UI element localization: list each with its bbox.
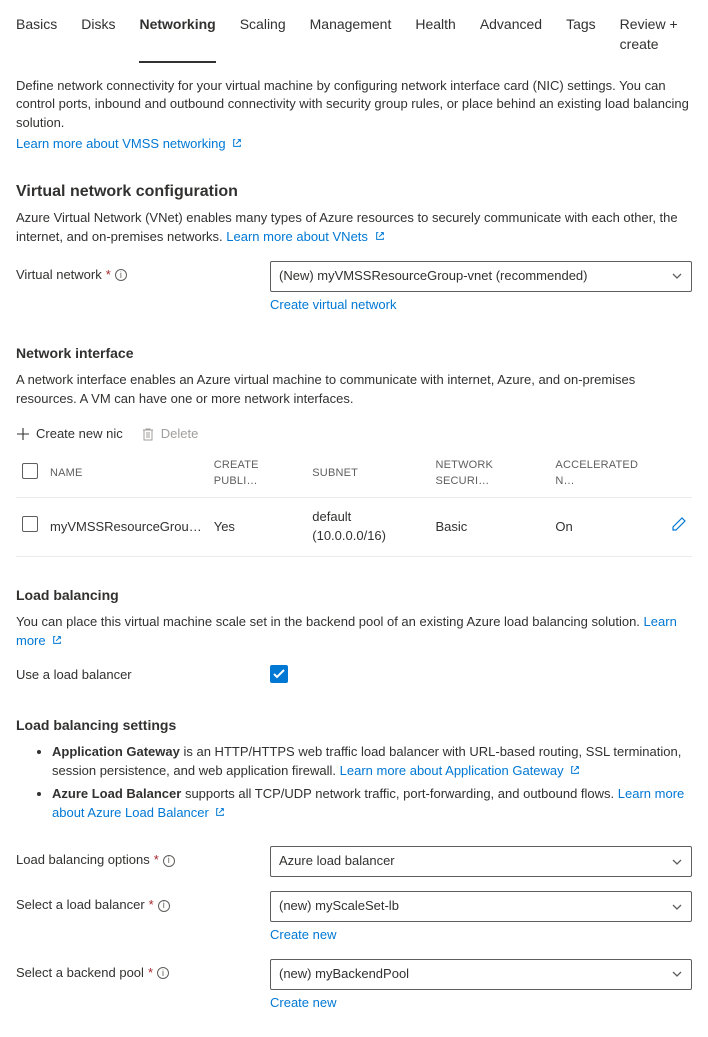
external-link-icon	[570, 765, 580, 775]
trash-icon	[141, 427, 155, 441]
required-indicator: *	[149, 896, 154, 915]
check-icon	[273, 669, 285, 679]
nic-desc: A network interface enables an Azure vir…	[16, 371, 692, 409]
vnet-label: Virtual network * i	[16, 261, 270, 285]
row-checkbox[interactable]	[22, 516, 38, 532]
tab-health[interactable]: Health	[415, 8, 455, 63]
select-bp-label: Select a backend pool * i	[16, 959, 270, 983]
use-lb-checkbox[interactable]	[270, 665, 288, 683]
vnet-select[interactable]: (New) myVMSSResourceGroup-vnet (recommen…	[270, 261, 692, 292]
appgw-learn-more-link[interactable]: Learn more about Application Gateway	[340, 763, 581, 778]
tab-review-create[interactable]: Review + create	[620, 8, 692, 63]
intro-link[interactable]: Learn more about VMSS networking	[16, 136, 242, 151]
external-link-icon	[215, 807, 225, 817]
select-bp-select[interactable]: (new) myBackendPool	[270, 959, 692, 990]
cell-name: myVMSSResourceGrou…	[44, 498, 208, 557]
tabs-bar: Basics Disks Networking Scaling Manageme…	[16, 8, 692, 63]
lb-section-title: Load balancing	[16, 585, 692, 605]
external-link-icon	[375, 231, 385, 241]
tab-disks[interactable]: Disks	[81, 8, 115, 63]
select-all-checkbox[interactable]	[22, 463, 38, 479]
required-indicator: *	[106, 266, 111, 285]
cell-subnet: default (10.0.0.0/16)	[306, 498, 429, 557]
required-indicator: *	[148, 964, 153, 983]
tab-basics[interactable]: Basics	[16, 8, 57, 63]
lb-desc: You can place this virtual machine scale…	[16, 613, 692, 651]
nic-table: NAME CREATE PUBLI… SUBNET NETWORK SECURI…	[16, 451, 692, 557]
cell-create-pub: Yes	[208, 498, 307, 557]
create-bp-link[interactable]: Create new	[270, 994, 336, 1013]
tab-advanced[interactable]: Advanced	[480, 8, 542, 63]
vnet-desc: Azure Virtual Network (VNet) enables man…	[16, 209, 692, 247]
select-lb-select[interactable]: (new) myScaleSet-lb	[270, 891, 692, 922]
intro-text: Define network connectivity for your vir…	[16, 77, 692, 134]
nic-section-title: Network interface	[16, 343, 692, 363]
vnet-learn-more-link[interactable]: Learn more about VNets	[226, 229, 384, 244]
tab-networking[interactable]: Networking	[139, 8, 215, 63]
chevron-down-icon	[671, 856, 683, 868]
chevron-down-icon	[671, 968, 683, 980]
use-lb-label: Use a load balancer	[16, 665, 270, 685]
create-lb-link[interactable]: Create new	[270, 926, 336, 945]
tab-scaling[interactable]: Scaling	[240, 8, 286, 63]
plus-icon	[16, 427, 30, 441]
chevron-down-icon	[671, 901, 683, 913]
edit-icon[interactable]	[672, 517, 686, 531]
chevron-down-icon	[671, 270, 683, 282]
delete-nic-button[interactable]: Delete	[141, 425, 199, 444]
info-icon[interactable]: i	[158, 900, 170, 912]
col-subnet: SUBNET	[306, 451, 429, 497]
list-item: Application Gateway is an HTTP/HTTPS web…	[52, 743, 692, 781]
tab-management[interactable]: Management	[310, 8, 392, 63]
col-nsg: NETWORK SECURI…	[429, 451, 549, 497]
col-create-public: CREATE PUBLI…	[208, 451, 307, 497]
table-row: myVMSSResourceGrou… Yes default (10.0.0.…	[16, 498, 692, 557]
tab-tags[interactable]: Tags	[566, 8, 596, 63]
cell-nsg: Basic	[429, 498, 549, 557]
required-indicator: *	[154, 851, 159, 870]
lb-settings-title: Load balancing settings	[16, 715, 692, 735]
col-name: NAME	[44, 451, 208, 497]
info-icon[interactable]: i	[115, 269, 127, 281]
vnet-section-title: Virtual network configuration	[16, 180, 692, 203]
cell-accel: On	[549, 498, 664, 557]
create-vnet-link[interactable]: Create virtual network	[270, 296, 396, 315]
col-accel: ACCELERATED N…	[549, 451, 664, 497]
create-nic-button[interactable]: Create new nic	[16, 425, 123, 444]
lb-bullets: Application Gateway is an HTTP/HTTPS web…	[52, 743, 692, 822]
info-icon[interactable]: i	[157, 967, 169, 979]
info-icon[interactable]: i	[163, 855, 175, 867]
lb-options-select[interactable]: Azure load balancer	[270, 846, 692, 877]
select-lb-label: Select a load balancer * i	[16, 891, 270, 915]
external-link-icon	[232, 138, 242, 148]
external-link-icon	[52, 635, 62, 645]
list-item: Azure Load Balancer supports all TCP/UDP…	[52, 785, 692, 823]
lb-options-label: Load balancing options * i	[16, 846, 270, 870]
